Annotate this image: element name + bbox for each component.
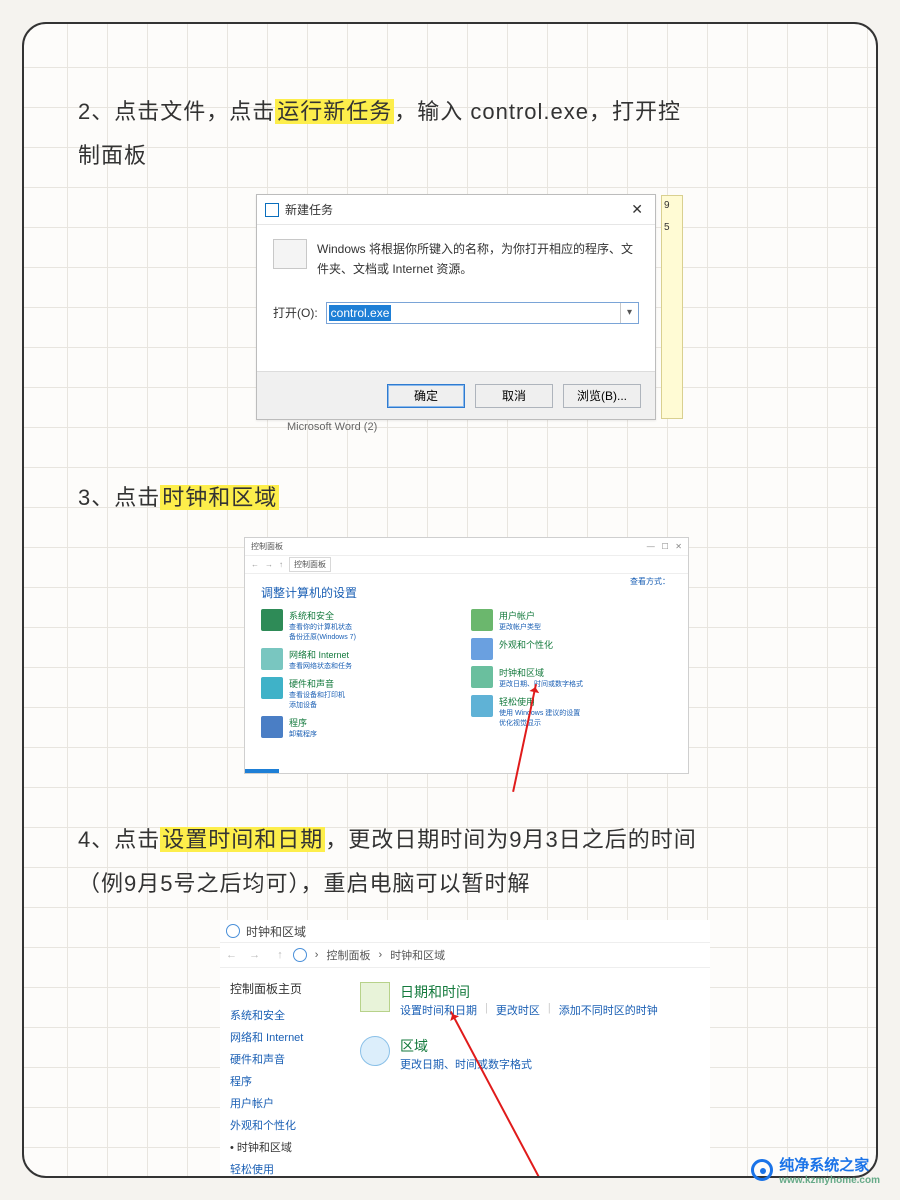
cp-item-appearance[interactable]: 外观和个性化 — [471, 638, 651, 660]
crumb-cp[interactable]: 控制面板 — [326, 947, 370, 963]
box-icon — [261, 716, 283, 738]
step3-text: 3、点击时钟和区域 — [78, 476, 279, 520]
dialog-titlebar: 新建任务 ✕ — [257, 195, 655, 225]
watermark: 纯净系统之家 www.kzmyhome.com — [751, 1154, 880, 1186]
row-date-time: 日期和时间 设置时间和日期| 更改时区| 添加不同时区的时钟 — [360, 982, 700, 1018]
link-add-tz[interactable]: 添加不同时区的时钟 — [559, 1002, 658, 1018]
open-label: 打开(O): — [273, 304, 318, 321]
cp-title-label: 控制面板 — [251, 541, 283, 552]
globe-icon — [360, 1036, 390, 1066]
date-time-title[interactable]: 日期和时间 — [400, 982, 658, 1002]
cancel-button[interactable]: 取消 — [475, 384, 553, 408]
crumb-clock[interactable]: 时钟和区域 — [390, 947, 445, 963]
chevron-down-icon[interactable]: ▾ — [620, 303, 638, 323]
cp-item-clock[interactable]: 时钟和区域更改日期、时间或数字格式 — [471, 666, 651, 689]
open-combobox[interactable]: control.exe ▾ — [326, 302, 639, 324]
wm-name: 纯净系统之家 — [779, 1157, 869, 1174]
ok-button[interactable]: 确定 — [387, 384, 465, 408]
view-mode[interactable]: 查看方式： — [630, 576, 670, 587]
cp-left-col: 系统和安全查看你的计算机状态备份还原(Windows 7) 网络和 Intern… — [261, 609, 441, 739]
control-panel-window: 控制面板 — ☐ ✕ ← → ↑ 控制面板 查看方式： 调整计算机的设置 系统和… — [244, 537, 689, 774]
step4-prefix: 4、点击 — [78, 827, 160, 852]
cp-item-programs[interactable]: 程序卸载程序 — [261, 716, 441, 739]
link-region-format[interactable]: 更改日期、时间或数字格式 — [400, 1056, 532, 1072]
cp-item-system[interactable]: 系统和安全查看你的计算机状态备份还原(Windows 7) — [261, 609, 441, 642]
step4-line2: （例9月5号之后均可），重启电脑可以暂时解 — [78, 871, 530, 896]
selection-bar — [245, 769, 279, 773]
side-clock-current: 时钟和区域 — [230, 1139, 340, 1155]
accessibility-icon — [471, 695, 493, 717]
step2-text: 2、点击文件，点击运行新任务，输入 control.exe，打开控 制面板 — [78, 90, 828, 178]
logo-icon — [751, 1159, 773, 1181]
step2-line2: 制面板 — [78, 143, 147, 168]
side-programs[interactable]: 程序 — [230, 1073, 340, 1089]
dialog-title: 新建任务 — [285, 201, 627, 218]
cp-heading: 调整计算机的设置 — [261, 584, 672, 601]
nav-back-icon[interactable]: ← — [251, 560, 259, 569]
link-set-time[interactable]: 设置时间和日期 — [400, 1002, 477, 1018]
browse-button[interactable]: 浏览(B)... — [563, 384, 641, 408]
cp-item-hardware[interactable]: 硬件和声音查看设备和打印机添加设备 — [261, 677, 441, 710]
cp-right-col: 用户帐户更改帐户类型 外观和个性化 时钟和区域更改日期、时间或数字格式 轻松使用… — [471, 609, 651, 739]
side-hardware[interactable]: 硬件和声音 — [230, 1051, 340, 1067]
link-change-tz[interactable]: 更改时区 — [496, 1002, 540, 1018]
sidebar-heading: 控制面板主页 — [230, 980, 340, 997]
printer-icon — [261, 677, 283, 699]
run-dialog: 95 Microsoft Word (2) 新建任务 ✕ Windows 将根据… — [256, 194, 656, 420]
calendar-icon — [360, 982, 390, 1012]
side-ease[interactable]: 轻松使用 — [230, 1161, 340, 1177]
step2-highlight: 运行新任务 — [275, 99, 394, 124]
row-region: 区域 更改日期、时间或数字格式 — [360, 1036, 700, 1072]
cr-title: 时钟和区域 — [246, 923, 306, 940]
window-buttons[interactable]: — ☐ ✕ — [647, 542, 682, 551]
cp-item-users[interactable]: 用户帐户更改帐户类型 — [471, 609, 651, 632]
side-users[interactable]: 用户帐户 — [230, 1095, 340, 1111]
clock-icon — [471, 666, 493, 688]
step3-prefix: 3、点击 — [78, 485, 160, 510]
background-taskmgr-strip: 95 — [661, 195, 683, 419]
clock-region-window: 时钟和区域 ← → ↑ › 控制面板 › 时钟和区域 控制面板主页 系统和安全 … — [220, 920, 710, 1178]
step2-mid: ，输入 control.exe，打开控 — [394, 99, 681, 124]
wm-url: www.kzmyhome.com — [779, 1175, 880, 1186]
open-value: control.exe — [329, 305, 392, 321]
palette-icon — [471, 638, 493, 660]
side-network[interactable]: 网络和 Internet — [230, 1029, 340, 1045]
nav-fwd-icon[interactable]: → — [265, 560, 273, 569]
clock-icon — [293, 948, 307, 962]
cp-item-network[interactable]: 网络和 Internet查看网络状态和任务 — [261, 648, 441, 671]
dialog-description: Windows 将根据你所键入的名称，为你打开相应的程序、文件夹、文档或 Int… — [317, 239, 639, 280]
globe-icon — [261, 648, 283, 670]
cp-item-ease[interactable]: 轻松使用使用 Windows 建议的设置优化视觉显示 — [471, 695, 651, 728]
address-path[interactable]: 控制面板 — [289, 557, 331, 572]
close-icon[interactable]: ✕ — [627, 201, 647, 218]
step2-prefix: 2、点击文件，点击 — [78, 99, 275, 124]
nav-arrows[interactable]: ← → ↑ — [226, 949, 285, 961]
clock-icon — [226, 924, 240, 938]
background-word-text: Microsoft Word (2) — [287, 421, 377, 433]
step4-highlight: 设置时间和日期 — [160, 827, 325, 852]
step3-highlight: 时钟和区域 — [160, 485, 279, 510]
shield-icon — [261, 609, 283, 631]
step4-text: 4、点击设置时间和日期，更改日期时间为9月3日之后的时间 （例9月5号之后均可）… — [78, 818, 838, 906]
step4-rest1: ，更改日期时间为9月3日之后的时间 — [325, 827, 696, 852]
side-system[interactable]: 系统和安全 — [230, 1007, 340, 1023]
cr-sidebar: 控制面板主页 系统和安全 网络和 Internet 硬件和声音 程序 用户帐户 … — [220, 968, 350, 1178]
side-appearance[interactable]: 外观和个性化 — [230, 1117, 340, 1133]
user-icon — [471, 609, 493, 631]
nav-up-icon[interactable]: ↑ — [279, 560, 283, 569]
run-icon — [273, 239, 307, 269]
run-dialog-icon — [265, 203, 279, 217]
